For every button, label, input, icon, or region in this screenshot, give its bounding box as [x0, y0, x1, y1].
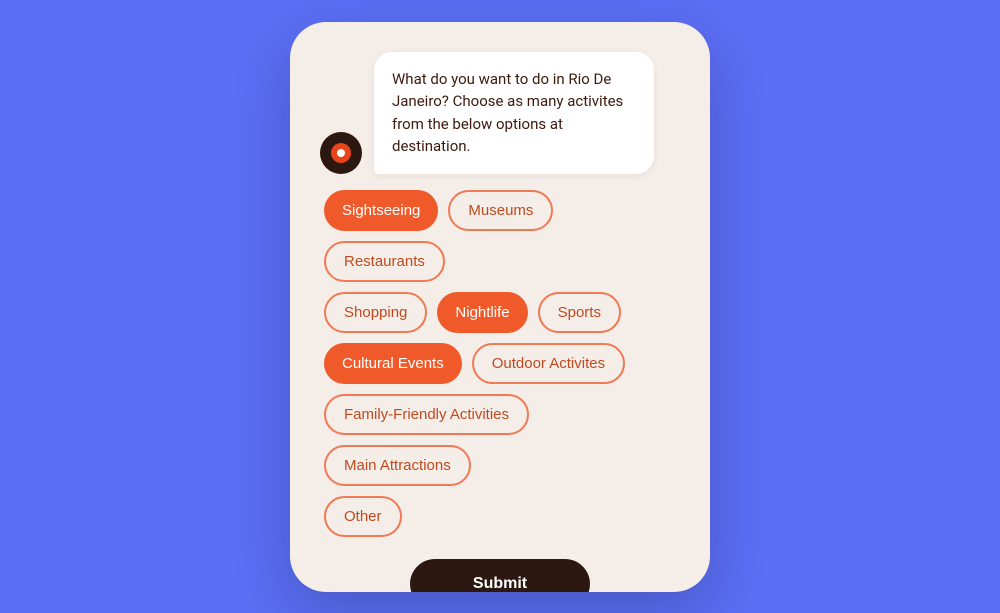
chip-sports[interactable]: Sports	[538, 292, 621, 333]
chip-cultural-events[interactable]: Cultural Events	[324, 343, 462, 384]
chip-outdoor-activites[interactable]: Outdoor Activites	[472, 343, 625, 384]
chip-sightseeing[interactable]: Sightseeing	[324, 190, 438, 231]
options-row-1: ShoppingNightlife Sports	[324, 292, 680, 333]
phone-container: What do you want to do in Rio De Janeiro…	[290, 22, 710, 592]
chip-shopping[interactable]: Shopping	[324, 292, 427, 333]
chip-family-friendly[interactable]: Family-Friendly Activities	[324, 394, 529, 435]
options-row-2: Cultural EventsOutdoor Activites	[324, 343, 680, 384]
message-bubble: What do you want to do in Rio De Janeiro…	[374, 52, 654, 174]
avatar	[320, 132, 362, 174]
avatar-icon	[331, 143, 351, 163]
chat-area: What do you want to do in Rio De Janeiro…	[320, 52, 680, 174]
options-row-0: SightseeingMuseumsRestaurants	[324, 190, 680, 282]
options-container: SightseeingMuseumsRestaurants ShoppingNig…	[320, 190, 680, 537]
chip-other[interactable]: Other	[324, 496, 402, 537]
chip-restaurants[interactable]: Restaurants	[324, 241, 445, 282]
options-row-3: Family-Friendly Activities Main Attractio…	[324, 394, 680, 486]
message-text: What do you want to do in Rio De Janeiro…	[392, 68, 636, 158]
options-row-4: Other	[324, 496, 680, 537]
chip-main-attractions[interactable]: Main Attractions	[324, 445, 471, 486]
submit-button[interactable]: Submit	[410, 559, 590, 592]
chip-nightlife[interactable]: Nightlife	[437, 292, 527, 333]
chip-museums[interactable]: Museums	[448, 190, 553, 231]
